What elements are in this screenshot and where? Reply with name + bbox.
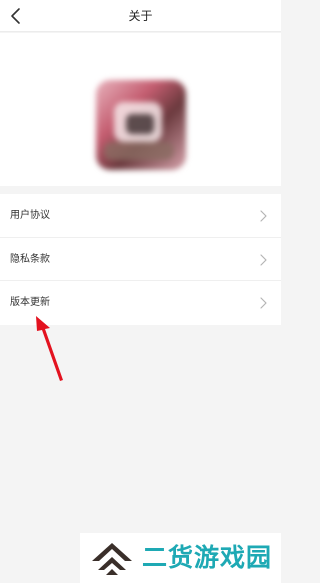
about-screen: 关于 用户协议 隐私条款 版本更新 二货游戏园 bbox=[0, 0, 281, 583]
page-title: 关于 bbox=[128, 9, 153, 23]
app-logo-panel bbox=[0, 33, 281, 186]
menu-item-label: 用户协议 bbox=[10, 210, 50, 221]
menu-item-privacy-policy[interactable]: 隐私条款 bbox=[0, 238, 281, 282]
red-pointer-arrow-icon bbox=[36, 316, 63, 381]
chevron-right-icon bbox=[260, 297, 267, 309]
watermark-banner: 二货游戏园 bbox=[80, 533, 281, 583]
navigation-bar: 关于 bbox=[0, 0, 281, 32]
watermark-text: 二货游戏园 bbox=[142, 543, 273, 572]
app-logo-image bbox=[96, 80, 186, 170]
about-menu-list: 用户协议 隐私条款 版本更新 bbox=[0, 194, 281, 325]
watermark-logo-icon bbox=[92, 543, 132, 575]
chevron-right-icon bbox=[260, 253, 267, 266]
menu-item-label: 隐私条款 bbox=[10, 253, 50, 265]
chevron-right-icon bbox=[260, 210, 267, 222]
menu-item-user-agreement[interactable]: 用户协议 bbox=[0, 194, 281, 238]
